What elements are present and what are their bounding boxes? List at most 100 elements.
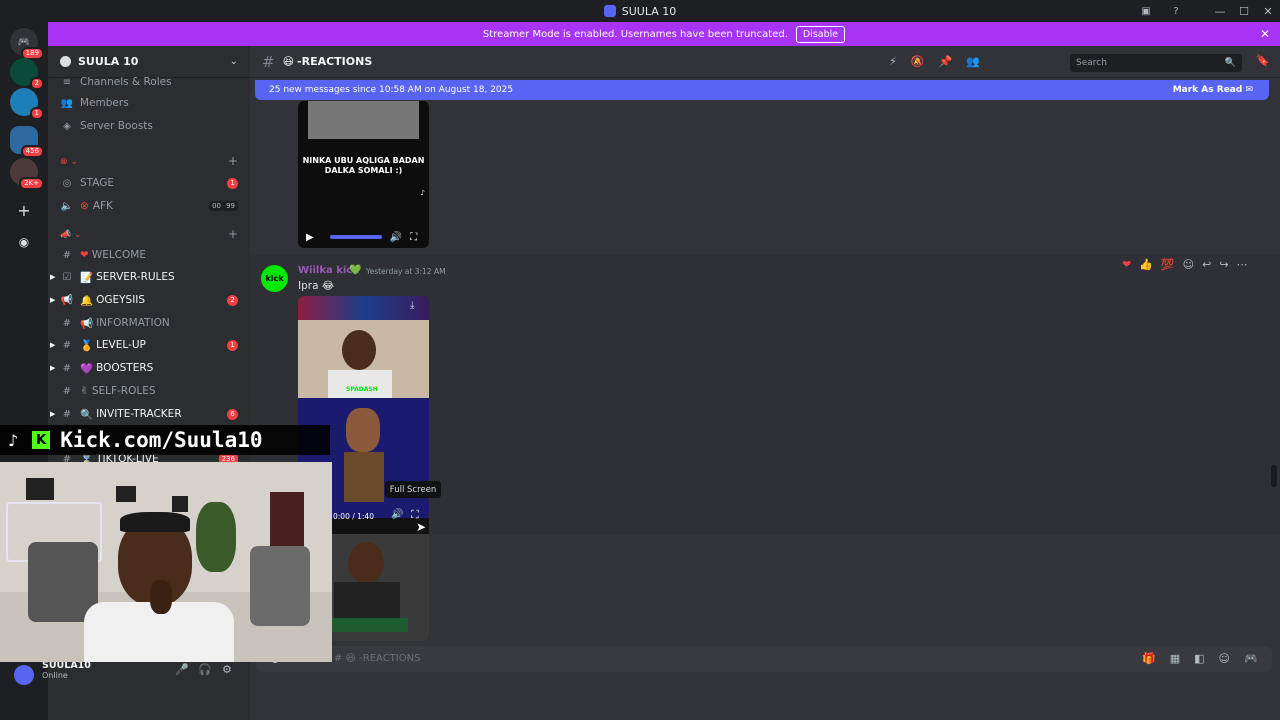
apps-icon[interactable]: 🎮 bbox=[1244, 652, 1258, 665]
guild-badge: 456 bbox=[20, 145, 44, 158]
search-input[interactable]: Search 🔍 bbox=[1070, 54, 1242, 72]
pin-icon[interactable]: 📌 bbox=[939, 55, 953, 68]
maximize-button[interactable]: ☐ bbox=[1232, 0, 1256, 22]
channel-boosters[interactable]: ▶ # 💜 BOOSTERS bbox=[48, 358, 250, 378]
microphone-icon[interactable]: 🎤 bbox=[175, 663, 189, 676]
channel-label: SERVER-RULES bbox=[96, 271, 175, 283]
user-limit-pill: 99 bbox=[223, 201, 238, 211]
channel-welcome[interactable]: # ❤ WELCOME bbox=[48, 245, 250, 265]
member-list-icon[interactable]: 👥 bbox=[966, 55, 980, 68]
hash-icon: # bbox=[262, 52, 275, 71]
channel-server-rules[interactable]: ▶ ☑ 📝 SERVER-RULES bbox=[48, 267, 250, 287]
new-messages-bar[interactable]: 25 new messages since 10:58 AM on August… bbox=[255, 80, 1269, 100]
forward-icon[interactable]: ↪ bbox=[1219, 258, 1228, 271]
mouse-cursor-icon: ➤ bbox=[416, 520, 427, 534]
muted-icon: ⊗ bbox=[80, 200, 89, 212]
channel-label: BOOSTERS bbox=[96, 362, 154, 374]
guild-icon-2[interactable]: 1 bbox=[10, 88, 44, 120]
disable-streamer-mode-button[interactable]: Disable bbox=[795, 25, 846, 43]
video-thumbnail bbox=[308, 101, 419, 139]
thread-caret-icon: ▶ bbox=[50, 273, 56, 281]
fullscreen-tooltip: Full Screen bbox=[385, 481, 441, 498]
download-icon[interactable]: ⤓ bbox=[410, 300, 414, 311]
hash-icon: # bbox=[62, 249, 72, 261]
channel-label: LEVEL-UP bbox=[96, 339, 146, 351]
message-actions: ❤ 👍 💯 ☺ ↩ ↪ ⋯ bbox=[1122, 255, 1262, 273]
hundred-reaction-icon[interactable]: 💯 bbox=[1161, 258, 1175, 271]
channel-ogeysiis[interactable]: ▶ 📢 🔔 OGEYSIIS 2 bbox=[48, 290, 250, 310]
sidebar-item-members[interactable]: 👥 Members bbox=[48, 93, 250, 113]
gift-icon[interactable]: 🎁 bbox=[1142, 652, 1156, 665]
channel-label: INFORMATION bbox=[96, 317, 170, 329]
webcam-overlay bbox=[0, 462, 332, 662]
headphones-icon[interactable]: 🎧 bbox=[198, 663, 212, 676]
user-count-pill: 00 bbox=[209, 201, 224, 211]
guild-badge: 1 bbox=[29, 107, 44, 120]
discord-home-button[interactable]: 🎮 189 bbox=[10, 28, 44, 60]
mark-as-read-button[interactable]: Mark As Read ✉ bbox=[1173, 85, 1253, 95]
user-avatar[interactable] bbox=[14, 665, 34, 685]
add-reaction-icon[interactable]: ☺ bbox=[1183, 258, 1194, 271]
help-icon[interactable]: ? bbox=[1168, 3, 1184, 19]
video-progress-bar[interactable] bbox=[329, 235, 382, 239]
play-icon[interactable]: ▶ bbox=[306, 232, 314, 243]
channel-emoji: 📝 bbox=[80, 271, 94, 284]
sidebar-item-channels-roles[interactable]: ≡ Channels & Roles bbox=[48, 72, 250, 92]
close-banner-icon[interactable]: ✕ bbox=[1260, 27, 1270, 41]
heart-reaction-icon[interactable]: ❤ bbox=[1122, 258, 1131, 271]
fullscreen-icon[interactable]: ⛶ bbox=[410, 232, 417, 243]
thread-caret-icon: ▶ bbox=[50, 296, 56, 304]
thread-caret-icon: ▶ bbox=[50, 364, 56, 372]
volume-icon[interactable]: 🔊 bbox=[390, 232, 402, 243]
voice-category-icon[interactable]: ⊗ ⌄ bbox=[60, 157, 78, 167]
gif-icon[interactable]: ▦ bbox=[1170, 652, 1180, 665]
thumbs-up-reaction-icon[interactable]: 👍 bbox=[1139, 258, 1153, 271]
new-messages-text: 25 new messages since 10:58 AM on August… bbox=[269, 85, 514, 95]
guild-icon-4[interactable]: 2K+ bbox=[10, 158, 44, 190]
guild-icon-1[interactable]: 2 bbox=[10, 58, 44, 90]
channel-self-roles[interactable]: # ✌ SELF-ROLES bbox=[48, 381, 250, 401]
app-icon bbox=[603, 5, 616, 17]
close-window-button[interactable]: ✕ bbox=[1256, 0, 1280, 22]
mention-badge: 1 bbox=[227, 339, 238, 351]
sticker-icon[interactable]: ◧ bbox=[1194, 652, 1204, 665]
channel-stage[interactable]: ◎ STAGE 1 bbox=[48, 173, 250, 193]
inbox-icon[interactable]: ▣ bbox=[1138, 3, 1154, 19]
channel-emoji: ✌ bbox=[80, 385, 89, 397]
guild-badge: 2 bbox=[29, 77, 44, 90]
text-category-icon[interactable]: 📣 ⌄ bbox=[60, 230, 82, 240]
add-channel-icon[interactable]: + bbox=[228, 154, 238, 168]
title-bar: SUULA 10 ▣ ? — ☐ ✕ bbox=[0, 0, 1280, 22]
scrollbar[interactable] bbox=[1271, 465, 1277, 487]
channel-emoji: 📢 bbox=[80, 317, 94, 330]
video-time: 0:00 / 1:40 bbox=[333, 512, 374, 521]
add-server-icon[interactable]: + bbox=[10, 196, 38, 224]
explore-icon[interactable]: ◉ bbox=[10, 228, 38, 256]
emoji-icon[interactable]: ☺ bbox=[1219, 652, 1230, 665]
video-attachment[interactable]: NINKA UBU AQLIGA BADAN DALKA SOMALI :) ♪… bbox=[298, 101, 429, 248]
guild-icon-3[interactable]: 456 bbox=[10, 126, 44, 158]
notifications-icon[interactable]: 🔕 bbox=[911, 55, 925, 68]
channel-emoji: 🔔 bbox=[80, 294, 94, 307]
minimize-button[interactable]: — bbox=[1208, 0, 1232, 22]
reply-icon[interactable]: ↩ bbox=[1202, 258, 1211, 271]
search-placeholder: Search bbox=[1076, 58, 1107, 68]
channel-invite-tracker[interactable]: ▶ # 🔍 INVITE-TRACKER 6 bbox=[48, 404, 250, 424]
channel-afk[interactable]: 🔈 ⊗ AFK 00 99 bbox=[48, 196, 250, 216]
sidebar-item-server-boosts[interactable]: ◈ Server Boosts bbox=[48, 116, 250, 136]
gear-icon[interactable]: ⚙ bbox=[222, 663, 232, 676]
channel-emoji: 💜 bbox=[80, 362, 94, 375]
channel-level-up[interactable]: ▶ # 🏅 LEVEL-UP 1 bbox=[48, 335, 250, 355]
author-avatar[interactable]: kick bbox=[261, 265, 288, 292]
add-channel-icon[interactable]: + bbox=[228, 227, 238, 241]
channel-information[interactable]: # 📢 INFORMATION bbox=[48, 313, 250, 333]
volume-icon[interactable]: 🔊 bbox=[391, 509, 403, 520]
threads-icon[interactable]: ⚡ bbox=[889, 55, 897, 68]
thread-caret-icon: ▶ bbox=[50, 341, 56, 349]
bookmark-icon[interactable]: 🔖 bbox=[1256, 54, 1270, 67]
list-icon: ≡ bbox=[62, 76, 72, 88]
hash-icon: # bbox=[62, 385, 72, 397]
more-options-icon[interactable]: ⋯ bbox=[1237, 258, 1248, 271]
channel-label: AFK bbox=[92, 200, 113, 212]
sidebar-item-label: Members bbox=[80, 97, 129, 109]
